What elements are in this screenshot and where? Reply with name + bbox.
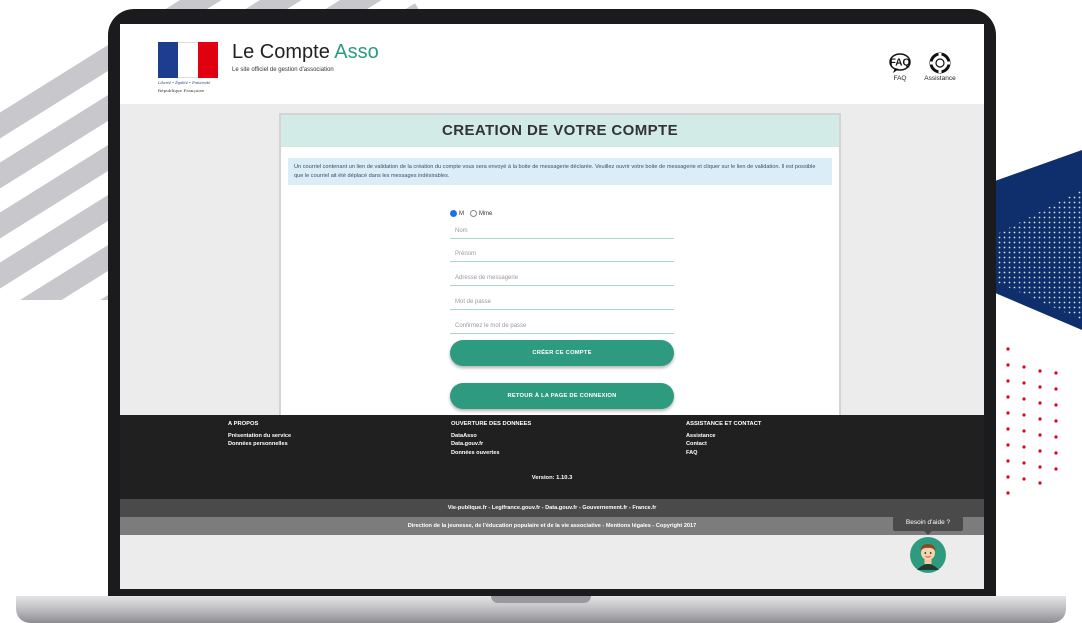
- confirm-password-field[interactable]: Confirmez le mot de passe: [450, 318, 674, 334]
- footer-link[interactable]: Contact: [686, 440, 761, 448]
- footer-link[interactable]: DataAsso: [451, 432, 531, 440]
- svg-text:FAQ: FAQ: [890, 58, 911, 69]
- footer-col-title: A PROPOS: [228, 421, 259, 427]
- footer-col-title: ASSISTANCE ET CONTACT: [686, 421, 762, 427]
- app-title-main: Le Compte: [232, 41, 335, 63]
- assistance-label: Assistance: [924, 75, 956, 82]
- radio-m-label: M: [459, 210, 464, 217]
- app-title[interactable]: Le Compte Asso: [232, 41, 379, 64]
- email-field[interactable]: Adresse de messagerie: [450, 270, 674, 286]
- app-subtitle: Le site officiel de gestion d'associatio…: [232, 67, 334, 73]
- laptop-screen: Liberté • Égalité • Fraternité Républiqu…: [120, 24, 984, 589]
- site-footer: A PROPOS Présentation du service Données…: [120, 415, 984, 499]
- republique-francaise-logo[interactable]: Liberté • Égalité • Fraternité Républiqu…: [158, 42, 218, 104]
- footer-col-data: OUVERTURE DES DONNEES DataAsso Data.gouv…: [451, 420, 531, 457]
- assistance-link[interactable]: Assistance: [920, 52, 960, 82]
- app-title-accent: Asso: [334, 41, 379, 63]
- version-text: Version: 1.10.3: [531, 475, 573, 481]
- faq-link[interactable]: FAQ FAQ: [880, 52, 920, 82]
- laptop-notch: [491, 596, 591, 603]
- footer-link[interactable]: FAQ: [686, 449, 761, 457]
- radio-mme[interactable]: [470, 210, 477, 217]
- faq-label: FAQ: [893, 75, 907, 82]
- nom-field[interactable]: Nom: [450, 223, 674, 239]
- site-header: Liberté • Égalité • Fraternité Républiqu…: [120, 24, 984, 104]
- footer-col-contact: ASSISTANCE ET CONTACT Assistance Contact…: [686, 420, 761, 457]
- faq-icon: FAQ: [889, 53, 911, 73]
- password-field[interactable]: Mot de passe: [450, 294, 674, 310]
- radio-mme-label: Mme: [479, 210, 493, 217]
- help-avatar-icon[interactable]: [909, 536, 947, 574]
- footer-link[interactable]: Présentation du service: [228, 432, 291, 440]
- logo-republic: République Française: [158, 88, 205, 93]
- prenom-field[interactable]: Prénom: [450, 246, 674, 262]
- civility-radio-group: M Mme: [450, 210, 492, 217]
- laptop-frame: Liberté • Égalité • Fraternité Républiqu…: [108, 9, 996, 605]
- page-title: CREATION DE VOTRE COMPTE: [281, 115, 839, 147]
- footer-col-title: OUVERTURE DES DONNEES: [451, 421, 532, 427]
- account-creation-card: CREATION DE VOTRE COMPTE Un courriel con…: [279, 113, 841, 425]
- footer-link[interactable]: Assistance: [686, 432, 761, 440]
- footer-link[interactable]: Data.gouv.fr: [451, 440, 531, 448]
- gov-links-bar[interactable]: Vie-publique.fr - Legifrance.gouv.fr - D…: [120, 499, 984, 517]
- lifebuoy-icon: [929, 52, 951, 74]
- footer-link[interactable]: Données personnelles: [228, 440, 291, 448]
- credit-bar: Direction de la jeunesse, de l'éducation…: [120, 517, 984, 535]
- info-message: Un courriel contenant un lien de validat…: [288, 158, 832, 185]
- radio-m[interactable]: [450, 210, 457, 217]
- flag-icon: [158, 42, 218, 78]
- laptop-base: [16, 596, 1066, 623]
- back-to-login-button[interactable]: RETOUR À LA PAGE DE CONNEXION: [450, 383, 674, 409]
- logo-motto: Liberté • Égalité • Fraternité: [158, 81, 211, 85]
- footer-link[interactable]: Données ouvertes: [451, 449, 531, 457]
- footer-col-about: A PROPOS Présentation du service Données…: [228, 420, 291, 449]
- help-tooltip: Besoin d'aide ?: [893, 515, 963, 535]
- create-account-button[interactable]: CRÉER CE COMPTE: [450, 340, 674, 366]
